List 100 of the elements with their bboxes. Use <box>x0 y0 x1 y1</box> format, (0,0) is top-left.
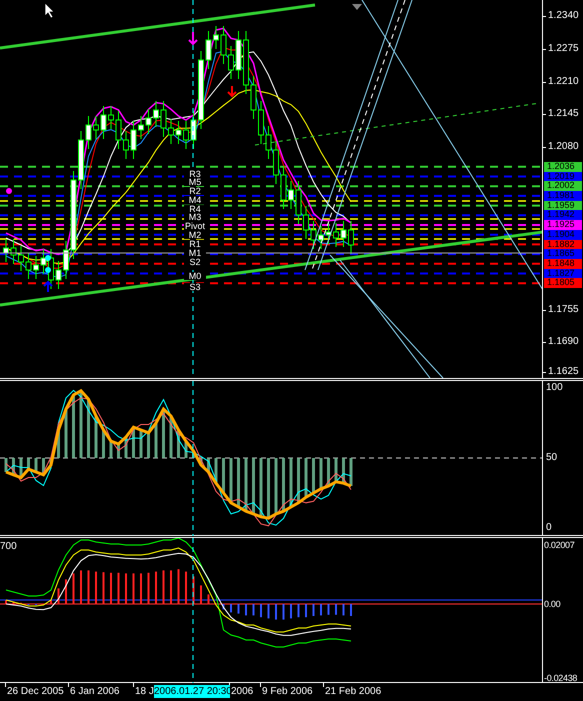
histogram-bar <box>64 409 68 458</box>
candlestick <box>108 106 114 130</box>
candlestick <box>168 118 174 144</box>
candlestick <box>160 100 166 138</box>
histogram-bar <box>320 458 322 489</box>
price-tag: 1.1981 <box>544 191 582 201</box>
candlestick <box>153 100 159 128</box>
histogram-bar <box>80 390 82 458</box>
price-label: 1.2340 <box>548 11 579 21</box>
histogram-bar <box>94 416 98 458</box>
price-tag: 1.1827 <box>544 268 582 278</box>
histogram-bar <box>290 458 292 507</box>
candlestick <box>273 140 279 184</box>
histogram-bar <box>154 423 158 458</box>
histogram-bar <box>297 458 300 503</box>
histogram-bar <box>260 458 262 517</box>
candlestick <box>33 256 39 280</box>
histogram-bar <box>42 458 45 475</box>
histogram-bar <box>124 437 128 458</box>
scale-label: 0 <box>546 523 552 533</box>
candlestick <box>78 130 84 190</box>
histogram-bar <box>57 430 60 458</box>
pivot-label: M5 <box>184 178 206 186</box>
down-arrow-icon <box>227 85 237 98</box>
pivot-label: M0 <box>184 272 206 280</box>
histogram-bar <box>162 409 165 458</box>
date-label: 26 Dec 2005 <box>7 686 64 697</box>
histogram-bar <box>27 458 30 470</box>
candlestick <box>280 166 286 210</box>
candlestick <box>18 246 24 272</box>
price-tag: 1.1942 <box>544 210 582 220</box>
candlestick <box>190 110 196 150</box>
candlestick <box>213 26 219 50</box>
pivot-label: M4 <box>184 196 206 204</box>
candlestick <box>123 130 129 160</box>
price-label: 1.2145 <box>548 109 579 119</box>
histogram-bar <box>87 399 90 458</box>
pivot-label: M3 <box>184 213 206 221</box>
scale-label: -0.02438 <box>544 673 578 683</box>
pivot-label: R4 <box>184 205 206 213</box>
pivot-label: Pivot <box>184 222 206 230</box>
candlestick <box>116 110 122 150</box>
pivot-label: R2 <box>184 187 206 195</box>
candlestick <box>310 220 316 250</box>
price-tag: 1.1882 <box>544 240 582 250</box>
histogram-bar <box>117 444 120 458</box>
candlestick <box>86 116 92 150</box>
histogram-bar <box>140 430 142 458</box>
price-tag: 1.1805 <box>544 278 582 288</box>
histogram-bar <box>207 458 210 472</box>
up-arrow-icon <box>43 280 53 293</box>
histogram-bar <box>20 458 22 478</box>
histogram-bar <box>252 458 255 514</box>
dot-marker <box>6 188 12 194</box>
histogram-bar <box>184 441 188 458</box>
scale-label: 0.02007 <box>544 540 574 550</box>
histogram-bar <box>350 458 352 486</box>
price-tag: 1.1959 <box>544 200 582 210</box>
date-label: 18 J <box>135 686 154 697</box>
candlestick <box>183 120 189 150</box>
price-label: 1.1690 <box>548 337 579 347</box>
histogram-bar <box>4 458 8 472</box>
candlestick <box>266 126 272 160</box>
pivot-label: R1 <box>184 240 206 248</box>
date-label: 6 Jan 2006 <box>70 686 120 697</box>
price-tag: 1.2019 <box>544 172 582 182</box>
pivot-label: S2 <box>184 258 206 266</box>
candlestick <box>3 238 9 262</box>
candlestick <box>303 206 309 240</box>
price-label: 1.2210 <box>548 77 579 87</box>
indicator-label: 700 <box>0 542 17 552</box>
candlestick <box>146 108 152 134</box>
price-label: 1.2080 <box>548 142 579 152</box>
candlestick <box>243 30 249 94</box>
histogram-bar <box>267 458 270 518</box>
candlestick <box>318 226 324 250</box>
price-tag: 1.2036 <box>544 162 582 172</box>
candlestick <box>138 116 144 140</box>
candlestick <box>326 222 332 244</box>
dot-marker <box>45 255 51 261</box>
candlestick <box>296 180 302 224</box>
histogram-bar <box>170 416 172 458</box>
price-label: 1.1625 <box>548 367 579 377</box>
candlestick <box>258 100 264 144</box>
pivot-label: M1 <box>184 249 206 257</box>
candlestick <box>288 180 294 210</box>
candlestick <box>40 248 46 274</box>
candlestick <box>130 120 136 160</box>
histogram-bar <box>237 458 240 507</box>
histogram-bar <box>110 441 112 458</box>
histogram-bar <box>304 458 308 498</box>
candlestick <box>176 120 182 144</box>
price-tag: 1.1925 <box>544 220 582 230</box>
candlestick <box>333 222 339 248</box>
histogram-bar <box>177 430 180 458</box>
histogram-bar <box>34 458 38 472</box>
histogram-bar <box>274 458 278 514</box>
histogram-bar <box>312 458 315 493</box>
histogram-bar <box>327 458 330 486</box>
histogram-bar <box>334 458 338 482</box>
